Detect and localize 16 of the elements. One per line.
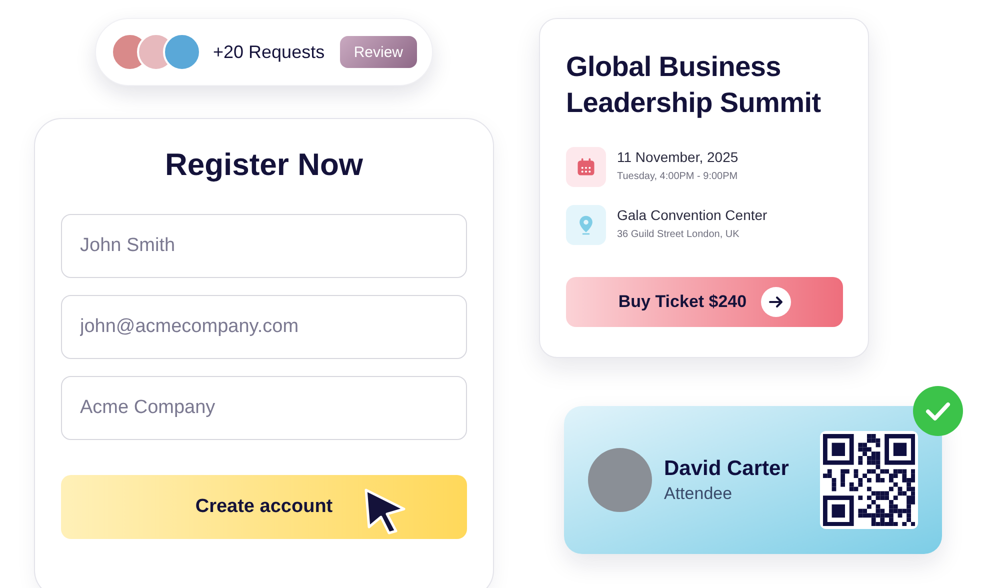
calendar-icon bbox=[566, 147, 606, 187]
detail-secondary-text: 36 Guild Street London, UK bbox=[617, 229, 740, 240]
location-pin-icon bbox=[566, 205, 606, 245]
attendee-role: Attendee bbox=[664, 484, 734, 504]
detail-secondary-text: Tuesday, 4:00PM - 9:00PM bbox=[617, 171, 738, 182]
event-title: Global Business Leadership Summit bbox=[566, 50, 822, 120]
attendee-name: David Carter bbox=[664, 456, 789, 480]
form-title: Register Now bbox=[164, 147, 364, 183]
buy-ticket-button[interactable]: Buy Ticket $240 bbox=[566, 277, 843, 327]
arrow-right-icon bbox=[768, 294, 784, 310]
requests-count: +20 Requests bbox=[213, 42, 325, 62]
input-field[interactable]: John Smith bbox=[61, 214, 467, 278]
create-account-button[interactable]: Create account bbox=[61, 475, 467, 539]
detail-primary-text: Gala Convention Center bbox=[617, 207, 768, 223]
input-field[interactable]: Acme Company bbox=[61, 376, 467, 440]
detail-primary-text: 11 November, 2025 bbox=[617, 149, 738, 165]
